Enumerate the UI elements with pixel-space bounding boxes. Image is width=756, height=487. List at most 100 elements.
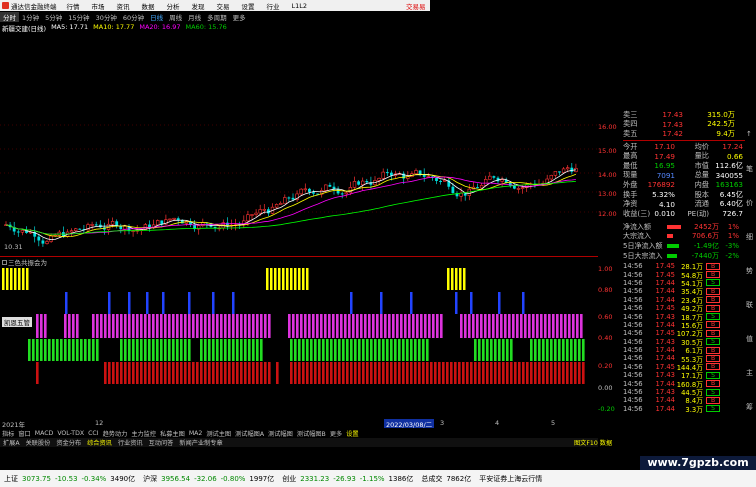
menu-item-quotes[interactable]: 行情 <box>61 1 86 11</box>
green-bar <box>398 339 401 361</box>
tab-indicator[interactable]: 指标 <box>0 429 16 438</box>
tab-vol-tdx[interactable]: VOL-TDX <box>55 430 86 437</box>
flow-pct: -2% <box>725 251 739 260</box>
period-5min[interactable]: 5分钟 <box>42 12 65 22</box>
blue-bar <box>128 292 131 314</box>
green-bar <box>204 339 207 361</box>
index-hs[interactable]: 沪深 3956.54 -32.06 -0.80% 1997亿 <box>139 474 278 484</box>
right-strip-tab[interactable]: 值 <box>746 334 753 344</box>
right-strip-tab[interactable]: 笔 <box>746 164 753 174</box>
menu-item-settings[interactable]: 设置 <box>236 1 261 11</box>
menu-item-news[interactable]: 资讯 <box>111 1 136 11</box>
green-bar <box>156 339 159 361</box>
menu-item-data[interactable]: 数据 <box>136 1 161 11</box>
tab-macd[interactable]: MACD <box>33 430 56 437</box>
indicator-chart[interactable] <box>0 256 598 418</box>
magenta-bar <box>316 314 319 338</box>
tab-window[interactable]: 窗口 <box>16 429 32 438</box>
magenta-bar <box>420 314 423 338</box>
period-intraday[interactable]: 分时 <box>0 12 19 22</box>
tab-test-sub[interactable]: 测试幅图 <box>266 429 295 438</box>
period-monthly[interactable]: 月线 <box>185 12 204 22</box>
magenta-bar <box>216 314 219 338</box>
red-bar <box>212 362 215 384</box>
tab-cci[interactable]: CCI <box>86 430 100 437</box>
menu-item-trade[interactable]: 交易 <box>211 1 236 11</box>
tick-list[interactable]: 14:56 17.45 28.1万 B 14:56 17.45 54.8万 B 14:56 17.… <box>623 262 745 414</box>
broker-info[interactable]: 平安证券上海云行情 <box>475 474 546 484</box>
period-multi[interactable]: 多周期 <box>204 12 230 22</box>
period-more[interactable]: 更多 <box>230 12 249 22</box>
index-sh[interactable]: 上证 3073.75 -10.53 -0.34% 3490亿 <box>0 474 139 484</box>
green-bar <box>406 339 409 361</box>
menu-item-industry[interactable]: 行业 <box>261 1 286 11</box>
tab2-related-stocks[interactable]: 关联股份 <box>23 438 54 447</box>
red-bar <box>128 362 131 384</box>
tab-more[interactable]: 更多 <box>328 429 344 438</box>
candlestick-chart[interactable]: 10.31 <box>0 32 598 256</box>
yellow-bar <box>302 268 305 290</box>
green-bar <box>338 339 341 361</box>
tab2-news[interactable]: 综合资讯 <box>84 438 115 447</box>
indicator-subtitle[interactable]: 凯恩五管 <box>2 317 32 327</box>
period-30min[interactable]: 30分钟 <box>93 12 120 22</box>
quote-value: 726.7 <box>722 209 743 219</box>
menu-item-l1l2[interactable]: L1L2 <box>286 2 314 10</box>
right-strip-tab[interactable]: 价 <box>746 198 753 208</box>
index-cy[interactable]: 创业 2331.23 -26.93 -1.15% 1386亿 <box>278 474 417 484</box>
green-bar <box>386 339 389 361</box>
period-1min[interactable]: 1分钟 <box>19 12 42 22</box>
period-daily[interactable]: 日线 <box>147 12 166 22</box>
candle-body <box>90 224 94 226</box>
tick-price: 17.43 <box>655 388 675 397</box>
period-weekly[interactable]: 周线 <box>166 12 185 22</box>
tab2-industry-news-chapter[interactable]: 新闻产业制专章 <box>176 438 225 447</box>
candle-body <box>74 228 78 231</box>
magenta-bar <box>120 314 123 338</box>
tab2-extend-a[interactable]: 扩展A <box>0 438 23 447</box>
magenta-bar <box>484 314 487 338</box>
right-strip-tab[interactable]: 联 <box>746 300 753 310</box>
tab-main-monitor[interactable]: 主力监控 <box>129 429 158 438</box>
magenta-bar <box>428 314 431 338</box>
magenta-bar <box>168 314 171 338</box>
tab2-qa[interactable]: 互动问答 <box>146 438 177 447</box>
period-15min[interactable]: 15分钟 <box>65 12 92 22</box>
tab-test-sub-b[interactable]: 测试幅图B <box>295 429 328 438</box>
green-bar <box>72 339 75 361</box>
tab-ma2[interactable]: MA2 <box>187 430 205 437</box>
magenta-bar <box>44 314 47 338</box>
right-axis: 16.00 15.00 14.00 13.00 12.00 1.00 0.80 … <box>598 32 622 413</box>
right-strip-tab[interactable]: 细 <box>746 232 753 242</box>
green-bar <box>490 339 493 361</box>
right-strip-tab[interactable]: ↑ <box>746 130 752 138</box>
magenta-bar <box>532 314 535 338</box>
period-60min[interactable]: 60分钟 <box>120 12 147 22</box>
magenta-bar <box>104 314 107 338</box>
right-strip-tab[interactable]: 主 <box>746 368 753 378</box>
menu-item-analysis[interactable]: 分析 <box>161 1 186 11</box>
quote-value: 16.95 <box>654 161 675 171</box>
tab-test-main[interactable]: 测试主图 <box>204 429 233 438</box>
menu-item-discover[interactable]: 发现 <box>186 1 211 11</box>
tab-test-sub-a[interactable]: 测试幅图A <box>233 429 266 438</box>
green-bar <box>418 339 421 361</box>
yellow-bar <box>463 268 466 290</box>
green-bar <box>506 339 509 361</box>
magenta-bar <box>464 314 467 338</box>
candle-body <box>299 188 303 195</box>
index-amount: 3490亿 <box>110 474 136 483</box>
right-strip-tab[interactable]: 势 <box>746 266 753 276</box>
trade-quick-button[interactable]: 交易易 <box>406 0 430 11</box>
right-strip-tab[interactable]: 筹 <box>746 402 753 412</box>
tab-settings[interactable]: 设置 <box>344 429 360 438</box>
f10-data-link[interactable]: 图文F10 数据 <box>574 438 612 447</box>
menu-item-market[interactable]: 市场 <box>86 1 111 11</box>
indicator-title-text: 三色共振会为 <box>8 259 47 267</box>
tab-private-main[interactable]: 私募主图 <box>158 429 187 438</box>
tab2-fund-dist[interactable]: 资金分布 <box>53 438 84 447</box>
tab-trend-power[interactable]: 趋势动力 <box>101 429 130 438</box>
red-bar <box>474 362 477 384</box>
candle-body <box>254 212 258 215</box>
tab2-industry-news[interactable]: 行业资讯 <box>115 438 146 447</box>
